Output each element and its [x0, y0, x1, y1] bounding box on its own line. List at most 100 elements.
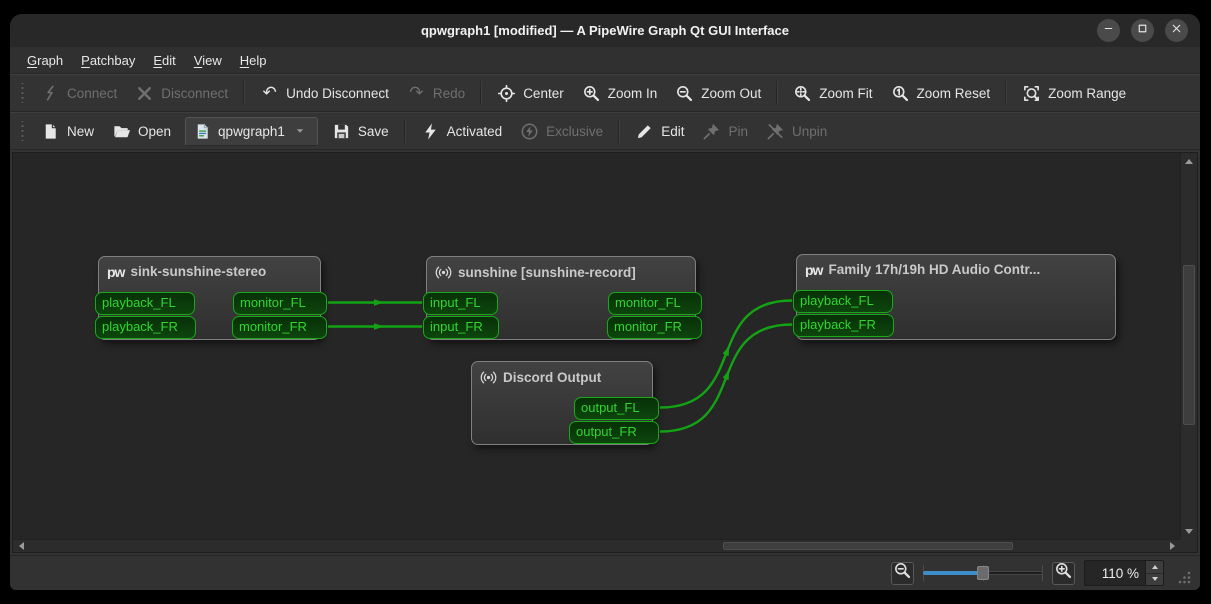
horizontal-scroll-thumb[interactable]	[723, 542, 1013, 550]
menu-view[interactable]: View	[185, 50, 231, 71]
graph-canvas[interactable]: pw sink-sunshine-stereo playback_FL playbac…	[13, 153, 1180, 539]
new-button[interactable]: New	[32, 117, 103, 146]
node-family-17h-19h-hd-audio-contr[interactable]: pw Family 17h/19h HD Audio Contr... playba…	[793, 254, 1116, 340]
toolbar-drag-handle[interactable]	[20, 83, 25, 103]
menu-edit[interactable]: Edit	[144, 50, 184, 71]
port-monitor-fl[interactable]: monitor_FL	[608, 292, 702, 315]
wire-arrow-icon	[374, 299, 384, 306]
horizontal-scrollbar[interactable]	[13, 539, 1180, 552]
port-monitor-fr[interactable]: monitor_FR	[607, 316, 702, 339]
toolbar-button-label: Zoom Fit	[819, 85, 873, 101]
center-button[interactable]: Center	[488, 79, 573, 108]
scroll-down-button[interactable]	[1181, 523, 1197, 539]
zoom-out-button[interactable]	[891, 561, 914, 585]
menu-patchbay[interactable]: Patchbay	[72, 50, 144, 71]
minimize-button[interactable]	[1097, 19, 1120, 42]
toolbar-button-label: Save	[357, 123, 389, 139]
menu-help[interactable]: Help	[231, 50, 276, 71]
titlebar[interactable]: qpwgraph1 [modified] — A PipeWire Graph …	[10, 14, 1200, 47]
zoom-value-field[interactable]: 110 %	[1085, 561, 1145, 585]
wire-arrow-icon	[722, 369, 730, 381]
resize-grip[interactable]	[1177, 570, 1192, 585]
node-discord-output[interactable]: Discord Output output_FL output_FR	[471, 361, 659, 445]
toolbar-separator	[480, 81, 483, 105]
exclusive-button: Exclusive	[511, 117, 612, 146]
vertical-scrollbar[interactable]	[1180, 153, 1197, 539]
zoom-out-button[interactable]: Zoom Out	[666, 79, 770, 108]
connect-button: Connect	[32, 79, 126, 108]
toolbar-button-label: Zoom In	[607, 85, 658, 101]
patchbay-file-icon	[193, 122, 212, 141]
vertical-scroll-thumb[interactable]	[1183, 265, 1195, 425]
zoom-in-button[interactable]	[1052, 561, 1075, 585]
undo-icon: ↶	[262, 82, 277, 103]
close-button[interactable]	[1165, 19, 1188, 42]
zoom-in-icon	[582, 84, 601, 103]
pw-icon: pw	[805, 261, 823, 277]
zoom-in-button[interactable]: Zoom In	[573, 79, 667, 108]
save-button[interactable]: Save	[323, 117, 398, 146]
port-output-fl[interactable]: output_FL	[574, 397, 659, 420]
port-playback-fl[interactable]: playback_FL	[793, 290, 893, 313]
window-controls	[1097, 19, 1188, 42]
zoom-slider[interactable]	[923, 563, 1043, 583]
desktop-background: qpwgraph1 [modified] — A PipeWire Graph …	[0, 0, 1211, 604]
media-icon	[480, 369, 497, 386]
spin-down-icon	[1151, 577, 1158, 582]
zoom-slider-handle[interactable]	[977, 566, 989, 580]
port-input-fl[interactable]: input_FL	[423, 292, 498, 315]
port-playback-fr[interactable]: playback_FR	[95, 316, 196, 339]
node-title-text: sink-sunshine-stereo	[130, 264, 267, 279]
activated-button[interactable]: Activated	[412, 117, 512, 146]
toolbar-button-label: Center	[523, 85, 564, 101]
toolbar-button-label: Connect	[67, 85, 118, 101]
toolbar-button-label: Zoom Out	[701, 85, 762, 101]
toolbar-button-label: Unpin	[791, 123, 828, 139]
toolbar-separator	[1005, 81, 1008, 105]
toolbar-button-label: Zoom Reset	[916, 85, 991, 101]
port-input-fr[interactable]: input_FR	[423, 316, 499, 339]
spin-up-icon	[1151, 564, 1158, 569]
connection-wires	[328, 299, 793, 433]
zoom-spin-up-button[interactable]	[1146, 561, 1163, 573]
patchbay-selector-combobox[interactable]: qpwgraph1	[185, 116, 318, 146]
zoom-spin-down-button[interactable]	[1146, 572, 1163, 585]
unpin-icon	[766, 122, 785, 141]
toolbar-button-label: Disconnect	[161, 85, 229, 101]
edit-button[interactable]: Edit	[626, 117, 693, 146]
disconnect-button: Disconnect	[126, 79, 237, 108]
port-monitor-fl[interactable]: monitor_FL	[233, 292, 327, 315]
scroll-right-button[interactable]	[1164, 540, 1180, 552]
port-playback-fr[interactable]: playback_FR	[793, 314, 894, 337]
zoom-range-button[interactable]: Zoom Range	[1013, 79, 1135, 108]
pin-icon	[702, 122, 721, 141]
toolbar-button-label: Activated	[446, 123, 503, 139]
unpin-button: Unpin	[757, 117, 836, 146]
zoom-reset-button[interactable]: Zoom Reset	[882, 79, 1000, 108]
toolbar-button-label: Redo	[432, 85, 466, 101]
spin-buttons	[1145, 561, 1163, 585]
node-sunshine-sunshine-record[interactable]: sunshine [sunshine-record] input_FL input_…	[423, 256, 702, 340]
zoom-out-icon	[893, 561, 912, 585]
port-playback-fl[interactable]: playback_FL	[95, 292, 195, 315]
open-button[interactable]: Open	[103, 117, 180, 146]
qpwgraph-window: qpwgraph1 [modified] — A PipeWire Graph …	[10, 14, 1200, 590]
maximize-button[interactable]	[1131, 19, 1154, 42]
zoom-fit-button[interactable]: Zoom Fit	[784, 79, 881, 108]
menu-graph[interactable]: Graph	[18, 50, 72, 71]
arrow-up-icon	[1185, 158, 1193, 164]
zoom-range-icon	[1022, 84, 1041, 103]
wire-discord-output-output-fr--family-17h-19h-hd-audio-contr-playback-fr[interactable]	[659, 323, 793, 433]
port-monitor-fr[interactable]: monitor_FR	[232, 316, 327, 339]
toolbar-button-label: Undo Disconnect	[286, 85, 389, 101]
node-sink-sunshine-stereo[interactable]: pw sink-sunshine-stereo playback_FL playbac…	[95, 256, 327, 340]
scroll-left-button[interactable]	[13, 540, 29, 552]
toolbar-drag-handle[interactable]	[20, 121, 25, 141]
pin-button: Pin	[693, 117, 757, 146]
toolbar-separator	[618, 119, 621, 143]
scroll-up-button[interactable]	[1181, 153, 1197, 169]
undo-disconnect-button[interactable]: ↶ Undo Disconnect	[251, 79, 398, 108]
zoom-spinbox: 110 %	[1084, 560, 1164, 586]
arrow-down-icon	[1185, 528, 1193, 534]
port-output-fr[interactable]: output_FR	[569, 421, 659, 444]
